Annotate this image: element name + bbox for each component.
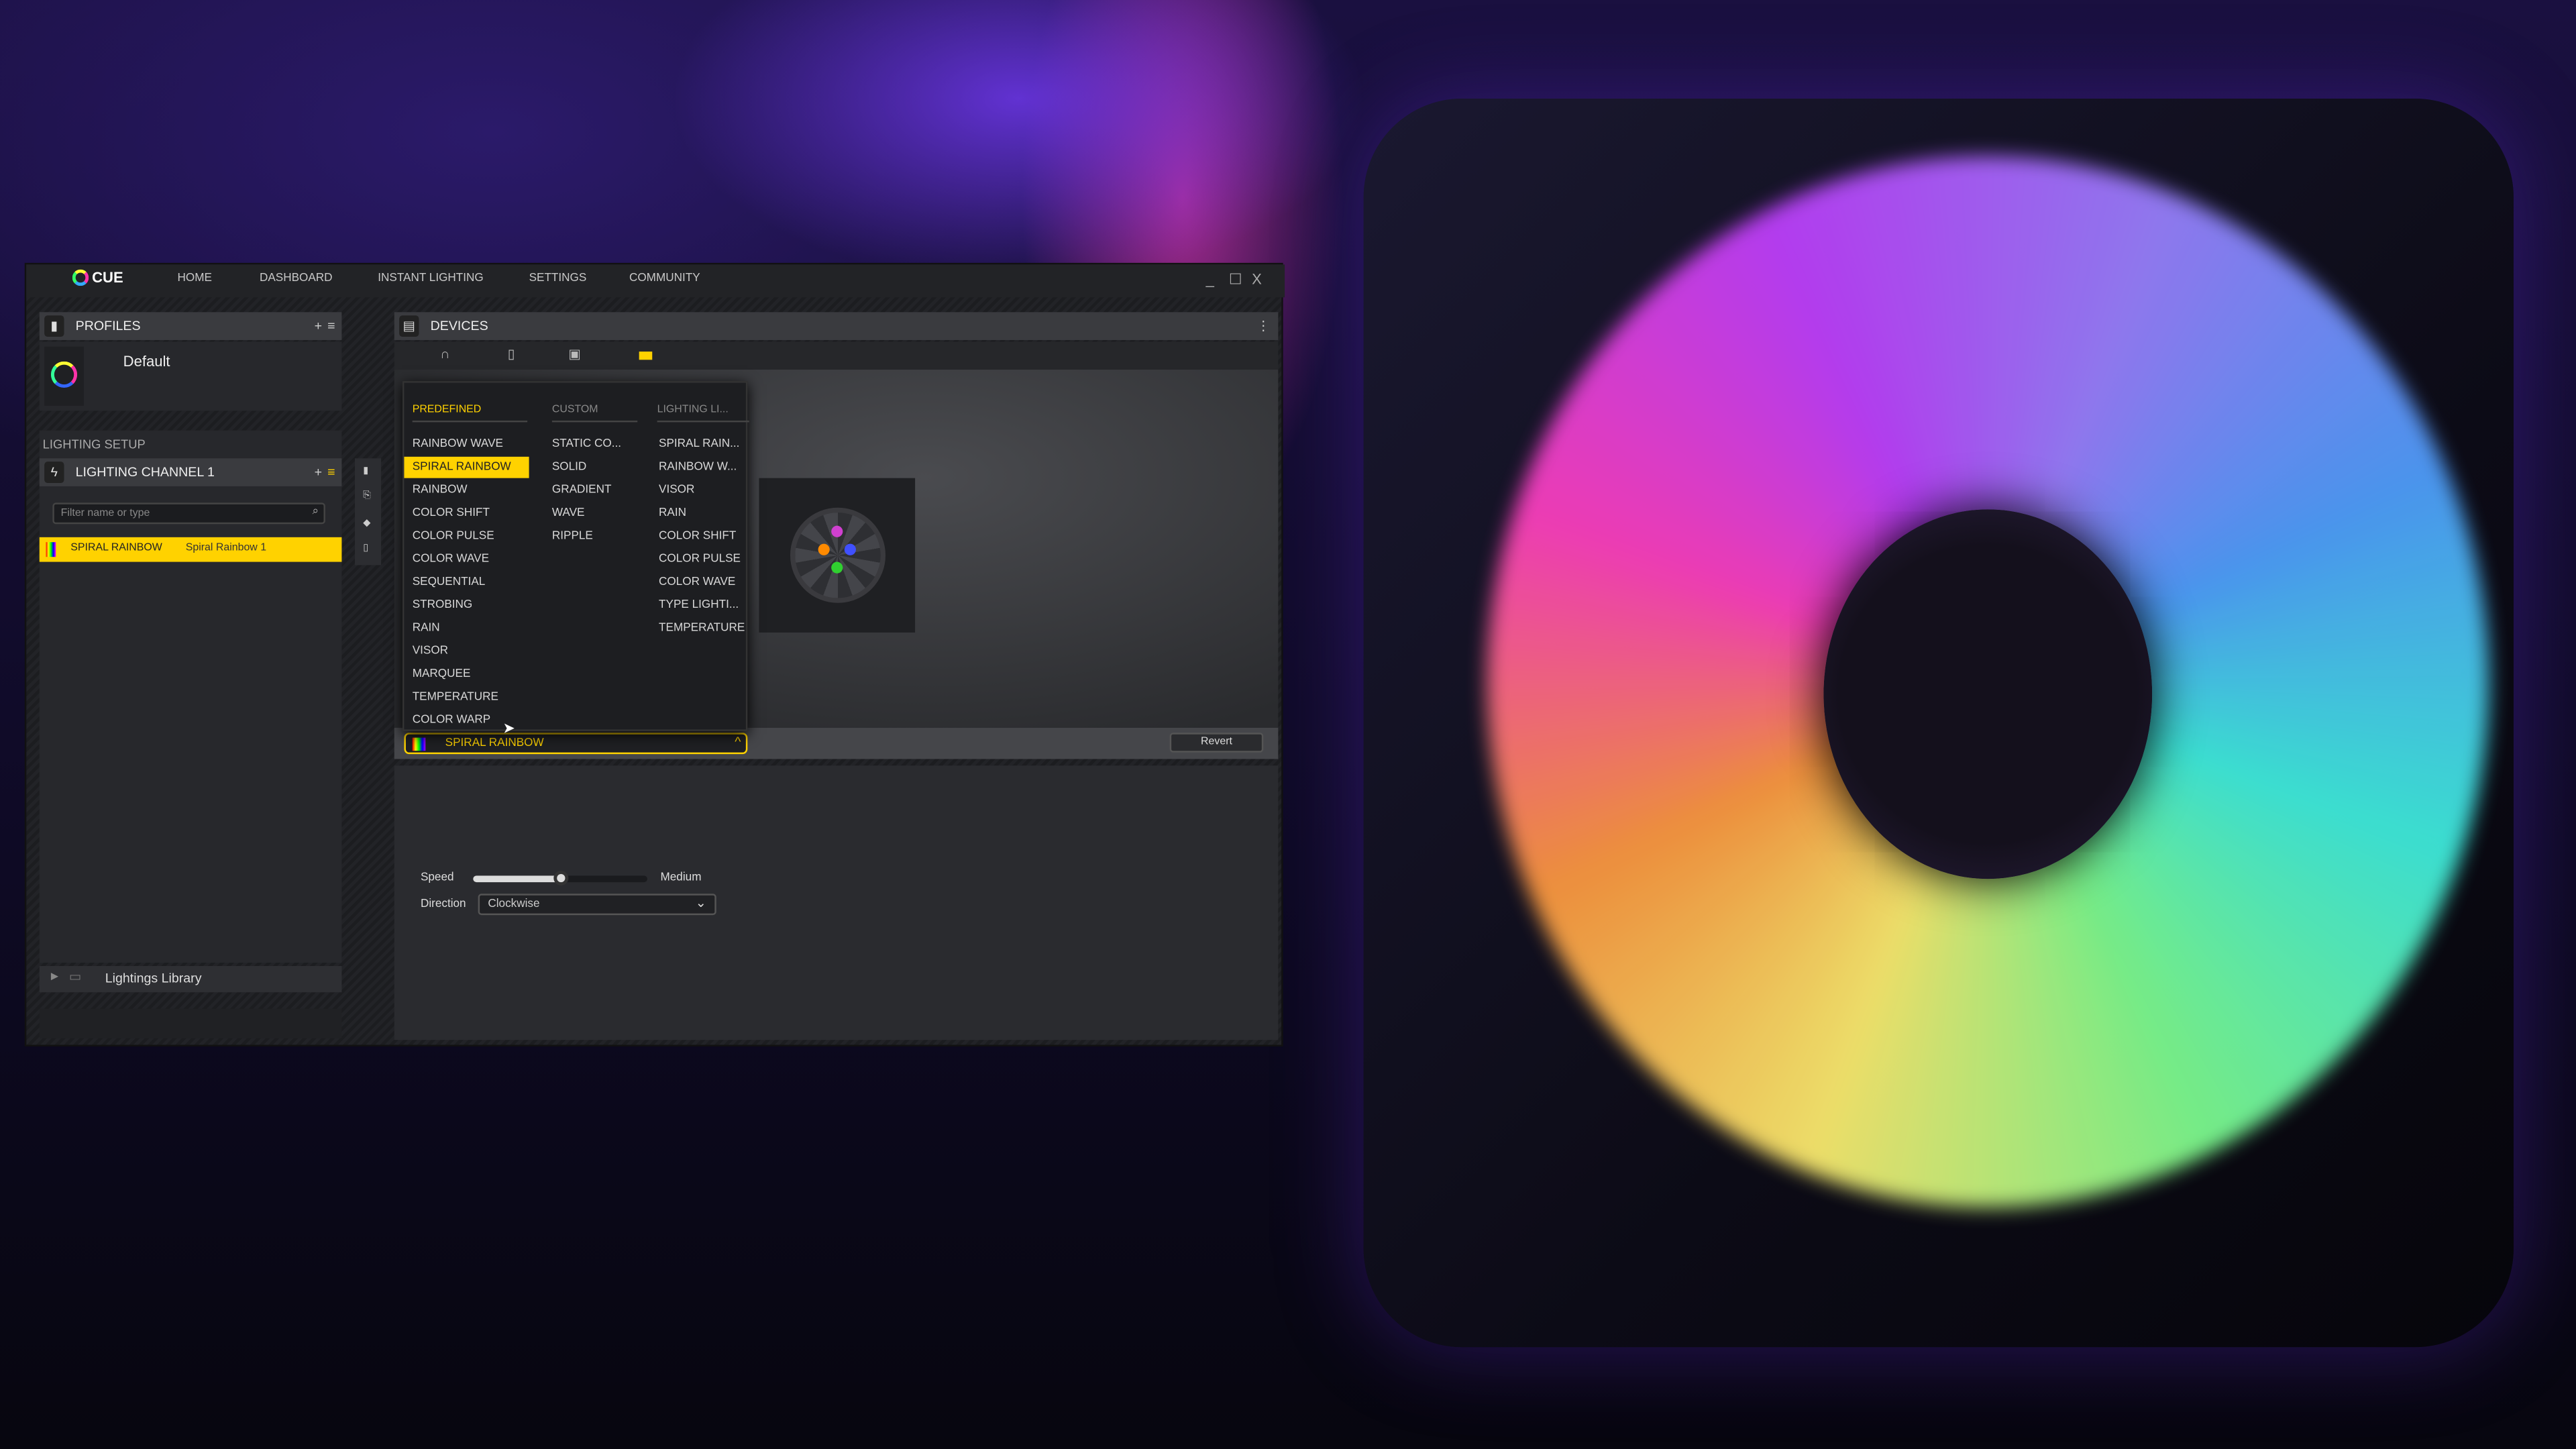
profile-menu-button[interactable]: ≡: [327, 319, 335, 333]
menu-item[interactable]: GRADIENT: [544, 480, 643, 501]
nav-dashboard[interactable]: DASHBOARD: [260, 273, 333, 284]
move-icon[interactable]: ◆: [363, 517, 370, 529]
app-logo: CUE: [72, 269, 123, 286]
direction-select[interactable]: Clockwise ⌄: [478, 894, 716, 916]
lighting-node-icon[interactable]: [639, 352, 653, 360]
fan-hub: [1823, 509, 2153, 879]
menu-item[interactable]: COLOR WAVE: [651, 572, 749, 593]
rainbow-swatch-icon: [412, 737, 426, 751]
menu-item[interactable]: SPIRAL RAIN...: [651, 434, 749, 455]
speed-slider-knob[interactable]: [553, 870, 569, 886]
icue-logo-icon: [72, 269, 89, 286]
menu-item[interactable]: STROBING: [404, 595, 529, 616]
nav-home[interactable]: HOME: [177, 273, 211, 284]
effect-select[interactable]: SPIRAL RAINBOW ^: [404, 733, 748, 755]
mouse-icon[interactable]: ▯: [508, 347, 515, 362]
bottom-panel: [39, 1008, 342, 1038]
revert-button[interactable]: Revert: [1169, 733, 1264, 753]
direction-label: Direction: [420, 898, 466, 910]
fan-controller-icon[interactable]: ▣: [568, 347, 581, 362]
chevron-down-icon: ⌄: [695, 895, 707, 910]
mouse-cursor-icon: ➤: [502, 719, 515, 737]
menu-item[interactable]: TYPE LIGHTI...: [651, 595, 749, 616]
profiles-header: ▮ PROFILES + ≡: [39, 312, 342, 340]
screen: CUE HOME DASHBOARD INSTANT LIGHTING SETT…: [0, 0, 2576, 1449]
add-effect-button[interactable]: +: [315, 465, 322, 480]
lightning-icon: ϟ: [44, 462, 64, 484]
maximize-button[interactable]: ☐: [1229, 271, 1242, 289]
speed-label: Speed: [420, 872, 454, 884]
effect-settings-panel: Speed Medium Direction Clockwise ⌄: [394, 765, 1279, 1040]
menu-item[interactable]: WAVE: [544, 502, 643, 524]
menu-item[interactable]: COLOR WAVE: [404, 549, 529, 570]
menu-item[interactable]: VISOR: [651, 480, 749, 501]
menu-item[interactable]: COLOR PULSE: [404, 526, 529, 547]
menu-item[interactable]: SOLID: [544, 457, 643, 478]
expand-arrow-icon[interactable]: ▶: [51, 971, 58, 983]
menu-item[interactable]: RIPPLE: [544, 526, 643, 547]
filter-input[interactable]: Filter name or type ⌕: [52, 502, 325, 525]
minimize-button[interactable]: _: [1206, 271, 1214, 287]
menu-item[interactable]: RAIN: [651, 502, 749, 524]
menu-item[interactable]: RAINBOW: [404, 480, 529, 501]
devices-menu-button[interactable]: ⋮: [1256, 319, 1270, 333]
icue-logo-icon: [50, 361, 78, 388]
menu-item[interactable]: SEQUENTIAL: [404, 572, 529, 593]
menu-item[interactable]: STATIC CO...: [544, 434, 643, 455]
speed-slider-fill: [473, 875, 561, 883]
effect-dropdown-menu: PREDEFINED CUSTOM LIGHTING LI... RAINBOW…: [402, 381, 749, 731]
tab-predefined[interactable]: PREDEFINED: [412, 404, 528, 423]
fan-preview[interactable]: [759, 478, 916, 633]
menu-item[interactable]: COLOR SHIFT: [404, 502, 529, 524]
rainbow-swatch-icon: [46, 542, 56, 557]
menu-item[interactable]: COLOR SHIFT: [651, 526, 749, 547]
devices-header: ▤ DEVICES ⋮: [394, 312, 1279, 340]
lighting-channel-header[interactable]: ϟ LIGHTING CHANNEL 1 + ≡: [39, 458, 342, 486]
title-bar: CUE HOME DASHBOARD INSTANT LIGHTING SETT…: [26, 264, 1285, 298]
menu-item[interactable]: RAINBOW W...: [651, 457, 749, 478]
menu-item[interactable]: TEMPERATURE: [404, 687, 529, 708]
icue-window: CUE HOME DASHBOARD INSTANT LIGHTING SETT…: [24, 262, 1285, 1047]
delete-icon[interactable]: ▯: [363, 542, 368, 554]
profile-icon: [44, 346, 84, 406]
search-icon: ⌕: [312, 506, 319, 518]
keyboard-icon: ▤: [399, 315, 419, 337]
nav-community[interactable]: COMMUNITY: [629, 273, 700, 284]
effect-list-item[interactable]: SPIRAL RAINBOW Spiral Rainbow 1: [39, 537, 342, 562]
chevron-up-icon: ^: [735, 734, 741, 749]
profile-default[interactable]: Default: [39, 341, 342, 411]
headset-icon[interactable]: ∩: [440, 347, 449, 362]
menu-item[interactable]: RAINBOW WAVE: [404, 434, 529, 455]
nav-settings[interactable]: SETTINGS: [529, 273, 587, 284]
channel-menu-button[interactable]: ≡: [327, 465, 335, 480]
paste-icon[interactable]: ⎘: [363, 491, 371, 502]
speed-slider[interactable]: [473, 870, 647, 886]
menu-item[interactable]: VISOR: [404, 641, 529, 662]
menu-item[interactable]: COLOR PULSE: [651, 549, 749, 570]
copy-icon[interactable]: ▮: [363, 465, 368, 477]
device-tabs: ∩ ▯ ▣: [394, 341, 1279, 370]
tab-custom[interactable]: CUSTOM: [551, 404, 638, 423]
nav-instant-lighting[interactable]: INSTANT LIGHTING: [378, 273, 484, 284]
menu-item[interactable]: MARQUEE: [404, 663, 529, 685]
add-profile-button[interactable]: +: [315, 319, 322, 333]
lighting-setup-label: LIGHTING SETUP: [42, 437, 146, 452]
speed-value: Medium: [660, 872, 702, 884]
close-button[interactable]: X: [1252, 271, 1262, 287]
lightings-library-row[interactable]: ▶ ▭ Lightings Library: [39, 966, 342, 993]
menu-item[interactable]: SPIRAL RAINBOW: [404, 456, 529, 478]
profiles-icon: ▮: [44, 315, 64, 337]
menu-item[interactable]: TEMPERATURE: [651, 618, 749, 639]
side-toolbar: ▮ ⎘ ◆ ▯: [354, 458, 382, 566]
folder-icon: ▭: [68, 969, 82, 984]
tab-lighting-library[interactable]: LIGHTING LI...: [657, 404, 749, 423]
fan-icon: [789, 507, 885, 603]
menu-item[interactable]: RAIN: [404, 618, 529, 639]
profile-name: Default: [123, 353, 170, 370]
